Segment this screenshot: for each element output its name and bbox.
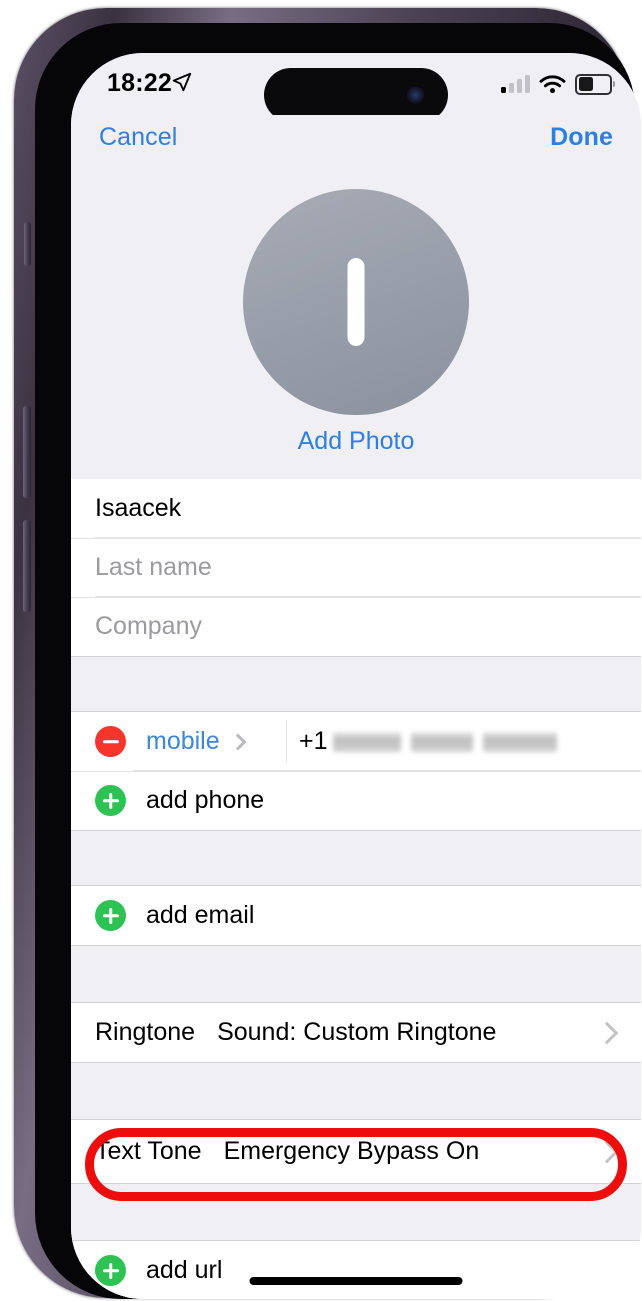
- section-gap: [71, 830, 641, 886]
- chevron-right-icon: [595, 1140, 619, 1163]
- phone-type-label[interactable]: mobile: [146, 727, 220, 756]
- phone-number-value[interactable]: +1: [299, 712, 557, 771]
- device-frame: 18:22 Cancel Done Add Photo Isaacek Last…: [14, 8, 641, 1299]
- plus-circle-icon[interactable]: [95, 900, 126, 931]
- iphone-device: 18:22 Cancel Done Add Photo Isaacek Last…: [0, 0, 642, 1301]
- battery-icon: [575, 73, 615, 95]
- phone-entry-row[interactable]: mobile +1: [71, 712, 641, 771]
- minus-circle-icon[interactable]: [95, 726, 126, 757]
- name-section: Isaacek Last name Company: [71, 479, 641, 656]
- section-gap: [71, 656, 641, 712]
- email-section: add email: [71, 886, 641, 945]
- add-phone-row[interactable]: add phone: [71, 771, 641, 830]
- first-name-field[interactable]: Isaacek: [71, 479, 641, 538]
- done-button[interactable]: Done: [550, 123, 613, 152]
- company-field[interactable]: Company: [71, 597, 641, 656]
- add-phone-label: add phone: [146, 786, 265, 814]
- first-name-value: Isaacek: [95, 494, 182, 522]
- location-arrow-icon: [172, 72, 192, 92]
- plus-circle-icon[interactable]: [95, 785, 126, 816]
- add-email-label: add email: [146, 901, 255, 929]
- country-code: +1: [299, 727, 328, 755]
- plus-circle-icon[interactable]: [95, 1255, 126, 1286]
- phone-section: mobile +1 add phone: [71, 712, 641, 830]
- ringtone-label: Ringtone: [95, 1018, 196, 1046]
- ringtone-row[interactable]: Ringtone Sound: Custom Ringtone: [71, 1003, 641, 1062]
- volume-down-button[interactable]: [23, 520, 31, 612]
- avatar[interactable]: [243, 189, 469, 415]
- text-tone-label: Text Tone: [95, 1137, 202, 1165]
- add-photo-button[interactable]: Add Photo: [71, 427, 641, 456]
- volume-up-button[interactable]: [23, 406, 31, 498]
- add-url-row[interactable]: add url: [71, 1241, 641, 1299]
- redacted-number-part: [482, 731, 557, 752]
- cellular-signal-icon: [501, 75, 530, 93]
- chevron-right-icon: [595, 1021, 619, 1044]
- screen: 18:22 Cancel Done Add Photo Isaacek Last…: [71, 53, 641, 1299]
- text-tone-section: Text Tone Emergency Bypass On: [71, 1120, 641, 1183]
- photo-section: Add Photo: [71, 169, 641, 479]
- add-url-label: add url: [146, 1256, 223, 1284]
- navigation-bar: Cancel Done: [71, 115, 641, 169]
- section-gap: [71, 1062, 641, 1120]
- redacted-number-part: [410, 731, 473, 752]
- home-indicator[interactable]: [249, 1277, 463, 1285]
- contact-edit-form: Add Photo Isaacek Last name Company mobi…: [71, 169, 641, 1299]
- url-section: add url: [71, 1241, 641, 1299]
- ringtone-value: Sound: Custom Ringtone: [217, 1018, 497, 1046]
- status-indicators: [501, 72, 615, 96]
- mute-switch[interactable]: [24, 222, 31, 266]
- chevron-right-icon: [229, 733, 247, 750]
- field-divider: [286, 720, 287, 763]
- section-gap: [71, 1183, 641, 1241]
- last-name-field[interactable]: Last name: [71, 538, 641, 597]
- avatar-monogram: [347, 258, 365, 346]
- last-name-placeholder: Last name: [95, 553, 212, 581]
- dynamic-island: [264, 68, 448, 122]
- company-placeholder: Company: [95, 612, 202, 640]
- front-camera-icon: [407, 86, 424, 104]
- device-bezel: 18:22 Cancel Done Add Photo Isaacek Last…: [35, 23, 641, 1299]
- text-tone-value: Emergency Bypass On: [223, 1137, 480, 1165]
- ringtone-section: Ringtone Sound: Custom Ringtone: [71, 1003, 641, 1062]
- add-email-row[interactable]: add email: [71, 886, 641, 945]
- text-tone-row[interactable]: Text Tone Emergency Bypass On: [71, 1120, 641, 1183]
- cancel-button[interactable]: Cancel: [99, 123, 177, 152]
- redacted-number-part: [332, 731, 401, 752]
- section-gap: [71, 945, 641, 1003]
- wifi-icon: [539, 74, 566, 93]
- status-time: 18:22: [107, 69, 172, 97]
